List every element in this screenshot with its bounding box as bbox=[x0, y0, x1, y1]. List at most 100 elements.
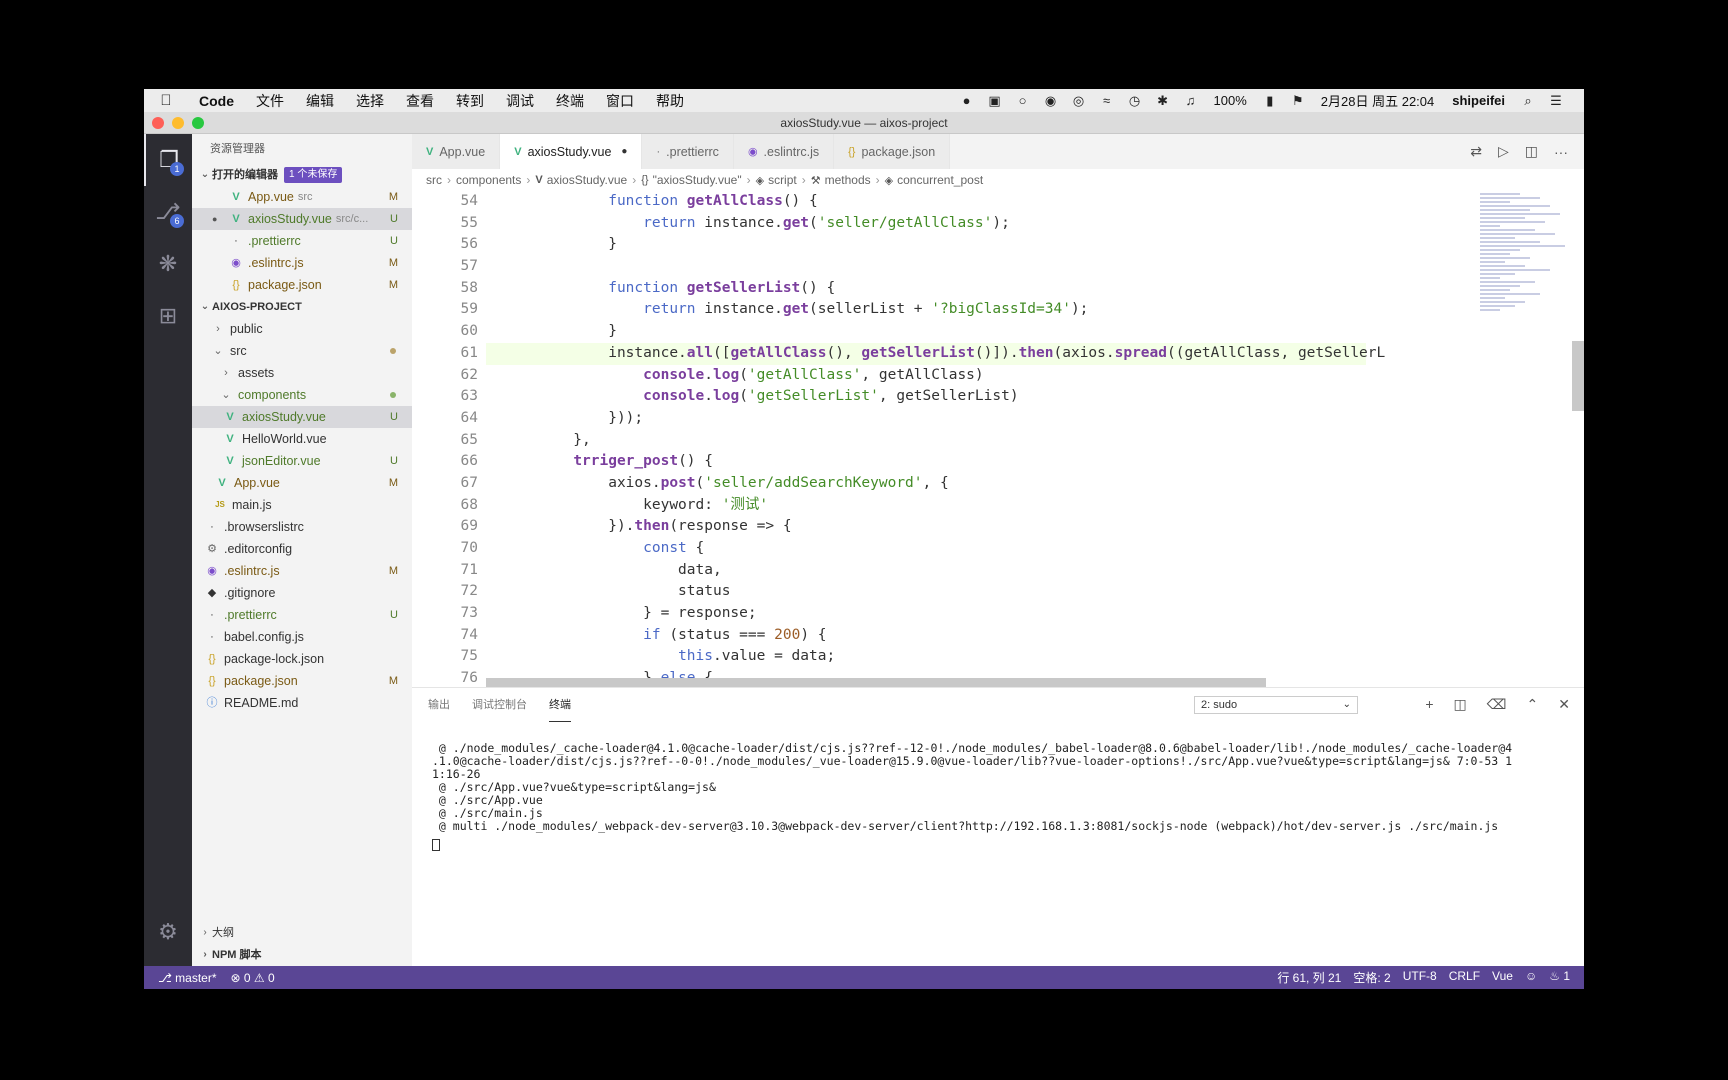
tab-app-vue[interactable]: V App.vue bbox=[412, 134, 501, 169]
open-editor-item[interactable]: · .prettierrc U bbox=[192, 230, 412, 252]
new-terminal-icon[interactable]: + bbox=[1425, 696, 1433, 713]
tab-debug-console[interactable]: 调试控制台 bbox=[472, 688, 527, 722]
tree-item-file[interactable]: ◉ .eslintrc.js M bbox=[192, 560, 412, 582]
menu-terminal[interactable]: 终端 bbox=[545, 91, 595, 111]
encoding[interactable]: UTF-8 bbox=[1403, 969, 1437, 986]
more-actions-icon[interactable]: ··· bbox=[1554, 144, 1568, 160]
tree-item-folder[interactable]: › assets bbox=[192, 362, 412, 384]
branch-indicator[interactable]: ⎇ master* bbox=[158, 971, 217, 985]
language-mode[interactable]: Vue bbox=[1492, 969, 1513, 986]
open-editor-item[interactable]: V App.vue src M bbox=[192, 186, 412, 208]
project-header[interactable]: ⌄ AIXOS-PROJECT bbox=[192, 296, 412, 318]
flag-icon[interactable]: ⚑ bbox=[1284, 93, 1312, 109]
menu-file[interactable]: 文件 bbox=[245, 91, 295, 111]
source-control-button[interactable]: ⎇ 6 bbox=[144, 186, 192, 238]
explorer-button[interactable]: ❐ 1 bbox=[144, 134, 192, 186]
menu-select[interactable]: 选择 bbox=[345, 91, 395, 111]
line-ending[interactable]: CRLF bbox=[1449, 969, 1480, 986]
tree-item-file[interactable]: V axiosStudy.vue U bbox=[192, 406, 412, 428]
vertical-scrollbar[interactable] bbox=[1572, 341, 1584, 411]
bluetooth-icon[interactable]: ✱ bbox=[1149, 93, 1177, 109]
tree-item-file[interactable]: ◆ .gitignore bbox=[192, 582, 412, 604]
time-machine-icon[interactable]: ◷ bbox=[1121, 93, 1149, 109]
npm-scripts-header[interactable]: › NPM 脚本 bbox=[192, 944, 412, 966]
breadcrumb-item[interactable]: components bbox=[456, 173, 521, 187]
cursor-position[interactable]: 行 61, 列 21 bbox=[1277, 969, 1341, 986]
debug-button[interactable]: ❋ bbox=[144, 238, 192, 290]
feedback-icon[interactable]: ☺ bbox=[1525, 969, 1537, 986]
split-editor-icon[interactable]: ◫ bbox=[1525, 143, 1538, 160]
tree-item-file[interactable]: V jsonEditor.vue U bbox=[192, 450, 412, 472]
open-editor-item[interactable]: ◉ .eslintrc.js M bbox=[192, 252, 412, 274]
open-editor-item[interactable]: {} package.json M bbox=[192, 274, 412, 296]
wechat-icon[interactable]: ◎ bbox=[1065, 93, 1093, 109]
tree-item-file[interactable]: ⓘ README.md bbox=[192, 692, 412, 714]
trash-icon[interactable]: ⌫ bbox=[1487, 696, 1507, 713]
open-changes-icon[interactable]: ⇄ bbox=[1470, 143, 1482, 160]
spotlight-search-icon[interactable]: ⌕ bbox=[1514, 93, 1542, 109]
notifications[interactable]: ♨ 1 bbox=[1549, 969, 1570, 986]
tab-package-json[interactable]: {} package.json bbox=[834, 134, 951, 169]
terminal-select[interactable]: 2: sudo ⌄ bbox=[1194, 696, 1358, 714]
tree-item-file[interactable]: {} package.json M bbox=[192, 670, 412, 692]
menu-view[interactable]: 查看 bbox=[395, 91, 445, 111]
minimap[interactable] bbox=[1480, 191, 1570, 491]
chevron-up-icon[interactable]: ⌃ bbox=[1527, 696, 1539, 713]
code-editor[interactable]: 54 function getAllClass() { 55 return in… bbox=[412, 191, 1584, 687]
circle-icon[interactable]: ○ bbox=[1009, 93, 1037, 108]
tree-item-file[interactable]: · .browserslistrc bbox=[192, 516, 412, 538]
tab-prettierrc[interactable]: · .prettierrc bbox=[642, 134, 734, 169]
breadcrumb-item[interactable]: script bbox=[768, 173, 797, 187]
tree-item-file[interactable]: ⚙ .editorconfig bbox=[192, 538, 412, 560]
manage-button[interactable]: ⚙ bbox=[144, 906, 192, 958]
tree-item-file[interactable]: {} package-lock.json bbox=[192, 648, 412, 670]
apple-icon[interactable]:  bbox=[144, 92, 188, 109]
menu-app[interactable]: Code bbox=[188, 93, 245, 109]
breadcrumb-item[interactable]: axiosStudy.vue bbox=[547, 173, 628, 187]
wifi-icon[interactable]: ≈ bbox=[1093, 93, 1121, 108]
tree-item-file[interactable]: · babel.config.js bbox=[192, 626, 412, 648]
battery-percent[interactable]: 100% bbox=[1205, 93, 1256, 108]
breadcrumb-item[interactable]: methods bbox=[825, 173, 871, 187]
tree-item-file[interactable]: V App.vue M bbox=[192, 472, 412, 494]
tree-item-folder[interactable]: › public bbox=[192, 318, 412, 340]
close-window-button[interactable] bbox=[152, 117, 164, 129]
qq-icon[interactable]: ● bbox=[953, 93, 981, 108]
network-blocked-icon[interactable]: ◉ bbox=[1037, 93, 1065, 109]
screen-record-icon[interactable]: ▣ bbox=[981, 93, 1009, 109]
tree-item-folder[interactable]: ⌄ components bbox=[192, 384, 412, 406]
notification-center-icon[interactable]: ☰ bbox=[1542, 93, 1570, 109]
menu-go[interactable]: 转到 bbox=[445, 91, 495, 111]
volume-icon[interactable]: ♫ bbox=[1177, 93, 1205, 108]
run-icon[interactable]: ▷ bbox=[1498, 143, 1509, 160]
breadcrumb-item[interactable]: "axiosStudy.vue" bbox=[653, 173, 742, 187]
tab-terminal[interactable]: 终端 bbox=[549, 688, 571, 722]
battery-icon[interactable]: ▮ bbox=[1256, 93, 1284, 109]
open-editors-header[interactable]: ⌄ 打开的编辑器 1 个未保存 bbox=[192, 164, 412, 186]
close-icon[interactable]: ✕ bbox=[1558, 696, 1570, 713]
minimize-window-button[interactable] bbox=[172, 117, 184, 129]
menu-help[interactable]: 帮助 bbox=[645, 91, 695, 111]
tab-eslintrc[interactable]: ◉ .eslintrc.js bbox=[733, 134, 835, 169]
horizontal-scrollbar[interactable] bbox=[486, 678, 1266, 687]
menu-debug[interactable]: 调试 bbox=[495, 91, 545, 111]
zoom-window-button[interactable] bbox=[192, 117, 204, 129]
tab-output[interactable]: 输出 bbox=[428, 688, 450, 722]
terminal-output[interactable]: @ ./node_modules/_cache-loader@4.1.0@cac… bbox=[412, 722, 1584, 854]
tree-item-file[interactable]: JS main.js bbox=[192, 494, 412, 516]
unsaved-dot-icon[interactable]: ● bbox=[212, 208, 217, 230]
datetime[interactable]: 2月28日 周五 22:04 bbox=[1312, 91, 1443, 110]
tree-item-file[interactable]: · .prettierrc U bbox=[192, 604, 412, 626]
split-terminal-icon[interactable]: ◫ bbox=[1454, 696, 1467, 713]
user-name[interactable]: shipeifei bbox=[1443, 93, 1514, 108]
unsaved-dot-icon[interactable]: ● bbox=[621, 146, 627, 157]
menu-window[interactable]: 窗口 bbox=[595, 91, 645, 111]
menu-edit[interactable]: 编辑 bbox=[295, 91, 345, 111]
extensions-button[interactable]: ⊞ bbox=[144, 290, 192, 342]
tree-item-folder[interactable]: ⌄ src bbox=[192, 340, 412, 362]
open-editor-item[interactable]: ● V axiosStudy.vue src/c... U bbox=[192, 208, 412, 230]
problems-indicator[interactable]: ⊗ 0 ⚠ 0 bbox=[231, 971, 275, 985]
tab-axiosstudy-vue[interactable]: V axiosStudy.vue ● bbox=[500, 134, 643, 169]
outline-header[interactable]: › 大纲 bbox=[192, 922, 412, 944]
breadcrumb-item[interactable]: concurrent_post bbox=[897, 173, 983, 187]
